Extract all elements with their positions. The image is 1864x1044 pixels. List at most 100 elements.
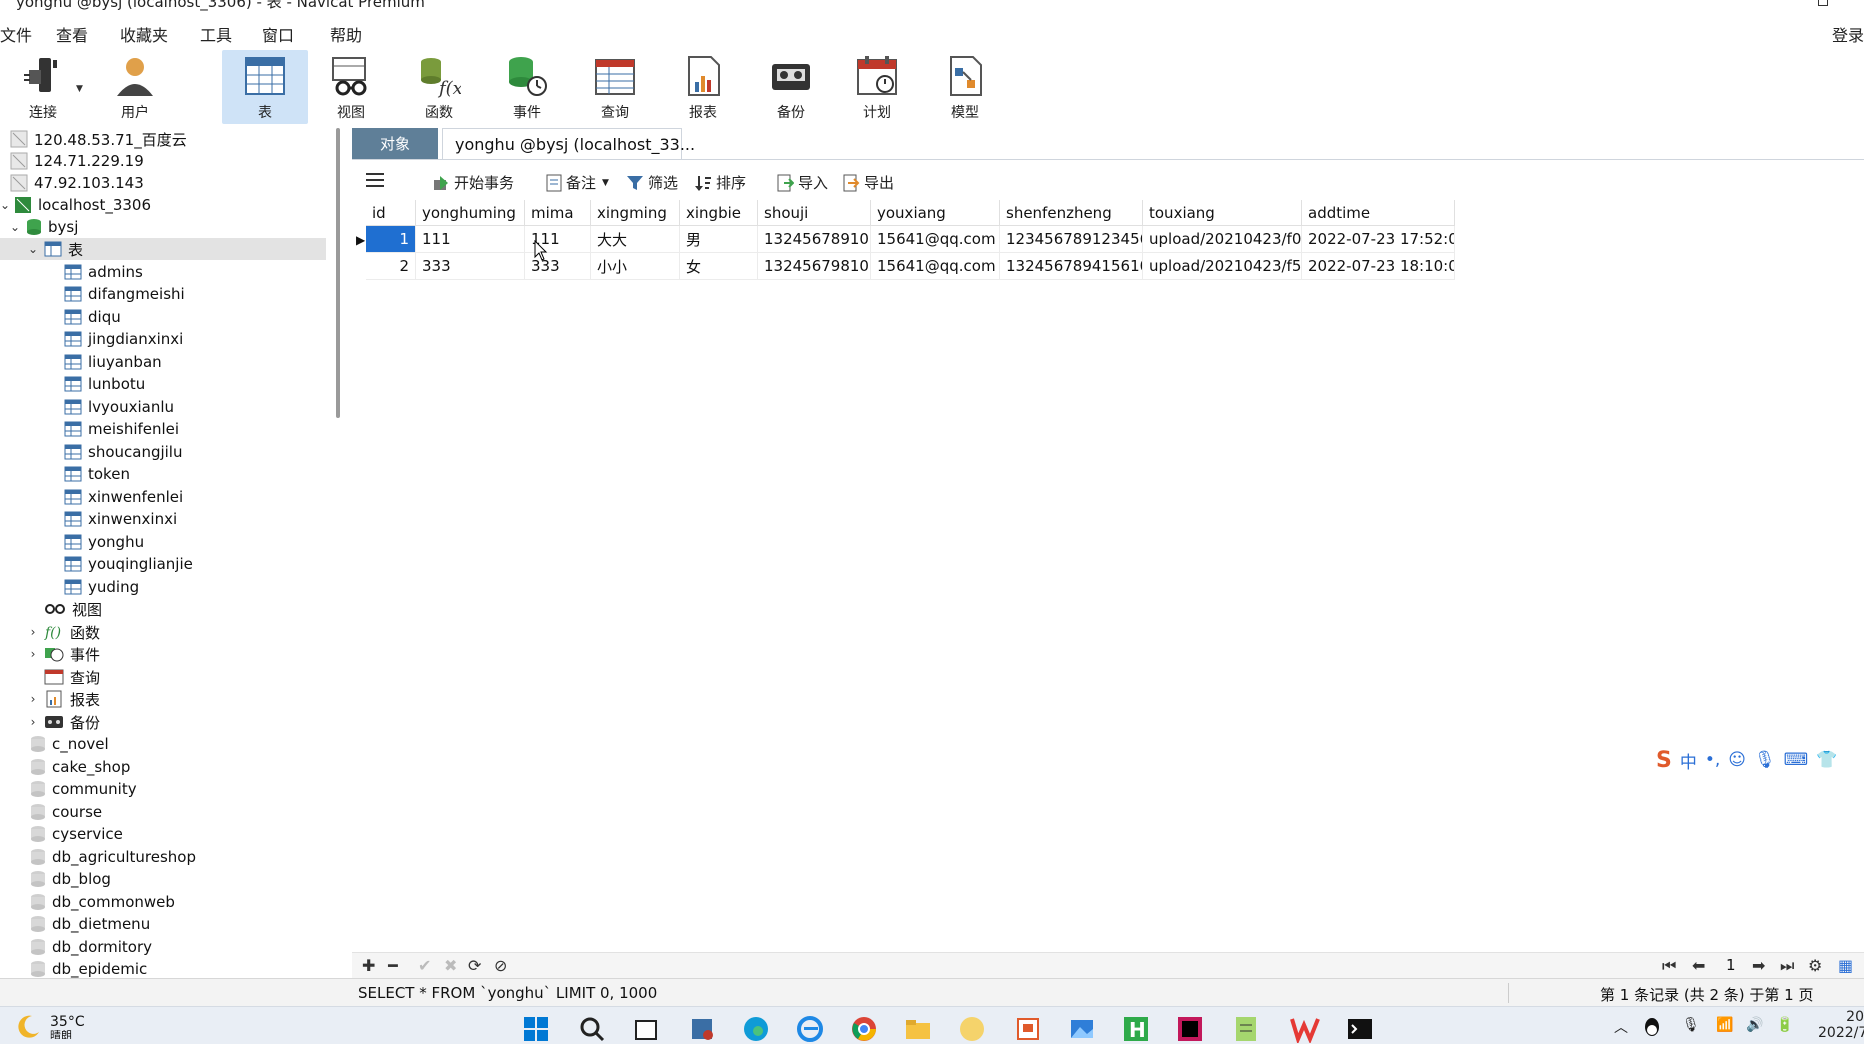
chrome-browser-icon[interactable]	[850, 1015, 878, 1043]
first-page-button[interactable]: ⏮	[1662, 956, 1676, 976]
sort-button[interactable]: 排序	[694, 172, 746, 193]
add-record-button[interactable]: ✚	[362, 956, 375, 975]
photos-app-icon[interactable]	[1068, 1015, 1096, 1043]
column-header-id[interactable]: id	[366, 200, 416, 226]
functions-folder[interactable]: › f() 函数	[26, 621, 100, 643]
queries-folder[interactable]: 查询	[44, 666, 100, 688]
login-link[interactable]: 登录	[1832, 22, 1864, 46]
table-item[interactable]: admins	[64, 261, 143, 283]
menu-favorites[interactable]: 收藏夹	[120, 22, 168, 46]
connection-item[interactable]: 47.92.103.143	[10, 172, 144, 194]
connection-item-localhost[interactable]: ⌄ localhost_3306	[0, 194, 151, 216]
table-item[interactable]: xinwenxinxi	[64, 508, 177, 530]
database-item[interactable]: community	[30, 778, 137, 800]
table-item[interactable]: yonghu	[64, 531, 144, 553]
chevron-down-icon[interactable]: ⌄	[8, 220, 22, 234]
connection-item[interactable]: 120.48.53.71_百度云	[10, 128, 187, 150]
chevron-up-icon[interactable]: ︿	[1614, 1017, 1628, 1037]
database-item[interactable]: cyservice	[30, 823, 123, 845]
table-item[interactable]: meishifenlei	[64, 418, 179, 440]
note-button[interactable]: 备注 ▼	[546, 172, 609, 193]
tables-folder[interactable]: ⌄ 表	[0, 238, 326, 260]
chevron-right-icon[interactable]: ›	[26, 647, 40, 661]
toolbar-function-button[interactable]: f(x) 函数	[396, 50, 482, 124]
column-header-xingming[interactable]: xingming	[591, 200, 680, 226]
qq-icon[interactable]	[1642, 1017, 1662, 1037]
table-cell[interactable]: 小小	[591, 253, 680, 280]
column-header-yonghuming[interactable]: yonghuming	[416, 200, 525, 226]
table-item[interactable]: liuyanban	[64, 351, 162, 373]
table-cell[interactable]: 333	[416, 253, 525, 280]
apply-changes-button[interactable]: ✔	[418, 956, 431, 975]
table-item[interactable]: yuding	[64, 576, 139, 598]
stop-button[interactable]: ⊘	[494, 956, 507, 975]
battery-icon[interactable]: 🔋	[1776, 1017, 1793, 1033]
table-cell[interactable]: 女	[680, 253, 758, 280]
terminal-icon[interactable]	[1346, 1015, 1374, 1043]
connection-item[interactable]: 124.71.229.19	[10, 150, 144, 172]
hbuilder-icon[interactable]: H	[1122, 1015, 1150, 1043]
windows-start-icon[interactable]	[522, 1015, 550, 1043]
refresh-button[interactable]: ⟳	[468, 956, 481, 975]
ime-mode-toggle[interactable]: 中	[1680, 748, 1697, 773]
menu-help[interactable]: 帮助	[330, 22, 362, 46]
punctuation-icon[interactable]: •,	[1705, 750, 1720, 770]
file-explorer-icon[interactable]	[904, 1015, 932, 1043]
table-item[interactable]: xinwenfenlei	[64, 486, 183, 508]
database-item[interactable]: db_blog	[30, 868, 111, 890]
chevron-right-icon[interactable]: ›	[26, 715, 40, 729]
menu-window[interactable]: 窗口	[262, 22, 294, 46]
table-cell[interactable]: 2	[366, 253, 416, 280]
previous-page-button[interactable]: ⬅	[1692, 956, 1705, 975]
database-item-bysj[interactable]: ⌄ bysj	[8, 216, 78, 238]
table-item[interactable]: shoucangjilu	[64, 441, 182, 463]
column-header-addtime[interactable]: addtime	[1302, 200, 1455, 226]
toolbar-user-button[interactable]: 用户	[92, 50, 178, 124]
column-header-shenfenzheng[interactable]: shenfenzheng	[1000, 200, 1143, 226]
toolbar-table-button[interactable]: 表	[222, 50, 308, 124]
tab-yonghu-table[interactable]: yonghu @bysj (localhost_33...	[442, 128, 695, 159]
table-item[interactable]: lvyouxianlu	[64, 396, 174, 418]
chevron-down-icon[interactable]: ▼	[76, 84, 83, 94]
table-cell[interactable]: 13245679810	[758, 253, 871, 280]
table-cell[interactable]: 132456789415610	[1000, 253, 1143, 280]
database-item[interactable]: db_dormitory	[30, 936, 152, 958]
skin-icon[interactable]: 👕	[1816, 750, 1837, 770]
edge-browser-icon[interactable]	[742, 1015, 770, 1043]
volume-icon[interactable]: 🔊	[1746, 1017, 1763, 1033]
import-button[interactable]: 导入	[776, 172, 828, 193]
toolbar-backup-button[interactable]: 备份	[748, 50, 834, 124]
column-header-shouji[interactable]: shouji	[758, 200, 871, 226]
table-cell[interactable]: 大大	[591, 226, 680, 253]
chevron-right-icon[interactable]: ›	[26, 625, 40, 639]
delete-record-button[interactable]: ━	[388, 956, 398, 975]
table-cell[interactable]: 13245678910	[758, 226, 871, 253]
app-taskbar-icon[interactable]	[958, 1015, 986, 1043]
menu-tools[interactable]: 工具	[200, 22, 232, 46]
grid-view-icon[interactable]: ▦	[1838, 956, 1853, 975]
navigation-scrollbar[interactable]	[336, 128, 340, 418]
tab-objects[interactable]: 对象	[352, 128, 438, 159]
table-item[interactable]: token	[64, 463, 130, 485]
chevron-down-icon[interactable]: ⌄	[0, 198, 10, 212]
table-cell[interactable]: 15641@qq.com	[871, 253, 1000, 280]
table-item[interactable]: lunbotu	[64, 373, 145, 395]
table-item[interactable]: youqinglianjie	[64, 553, 193, 575]
database-item[interactable]: db_commonweb	[30, 891, 175, 913]
toolbar-report-button[interactable]: 报表	[660, 50, 746, 124]
navicat-taskbar-icon[interactable]	[688, 1015, 716, 1043]
toolbar-model-button[interactable]: 模型	[922, 50, 1008, 124]
table-cell[interactable]: 123456789123456	[1000, 226, 1143, 253]
database-item[interactable]: c_novel	[30, 733, 109, 755]
column-header-youxiang[interactable]: youxiang	[871, 200, 1000, 226]
menu-file[interactable]: 文件	[0, 22, 32, 46]
table-cell[interactable]: 2022-07-23 17:52:05	[1302, 226, 1455, 253]
keyboard-icon[interactable]: ⌨	[1784, 750, 1809, 770]
reports-folder[interactable]: › 报表	[26, 688, 100, 710]
toolbar-event-button[interactable]: 事件	[484, 50, 570, 124]
table-cell[interactable]: 15641@qq.com	[871, 226, 1000, 253]
database-item[interactable]: db_epidemic	[30, 958, 147, 978]
database-item[interactable]: course	[30, 801, 102, 823]
emoji-icon[interactable]: ☺	[1728, 750, 1746, 770]
toolbar-view-button[interactable]: 视图	[308, 50, 394, 124]
